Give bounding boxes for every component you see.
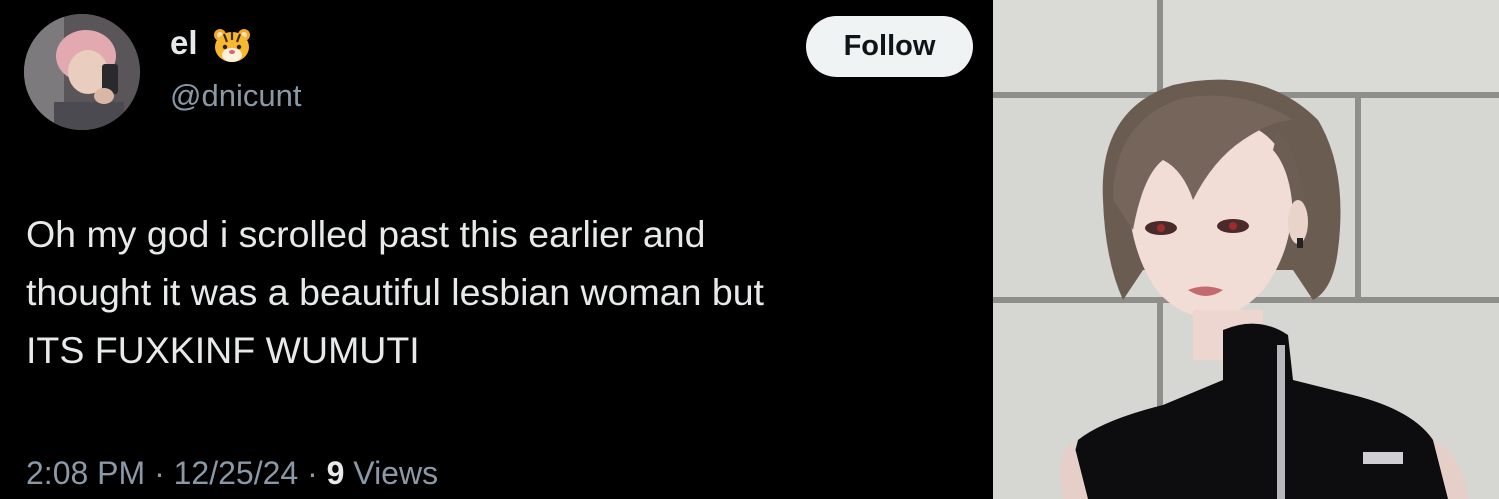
tweet-meta: 2:08 PM · 12/25/24 · 9 Views bbox=[26, 455, 438, 492]
display-name[interactable]: el bbox=[170, 24, 198, 62]
meta-separator: · bbox=[154, 455, 165, 491]
tweet-text-line: thought it was a beautiful lesbian woman… bbox=[26, 271, 764, 313]
tiger-face-emoji-icon bbox=[214, 29, 250, 62]
views-label: Views bbox=[353, 455, 439, 491]
tweet-text: Oh my god i scrolled past this earlier a… bbox=[26, 205, 986, 379]
user-handle[interactable]: @dnicunt bbox=[170, 78, 301, 114]
tweet-date[interactable]: 12/25/24 bbox=[174, 455, 299, 491]
person-photo bbox=[993, 0, 1499, 499]
avatar-photo bbox=[24, 14, 140, 130]
follow-button[interactable]: Follow bbox=[806, 16, 973, 77]
attached-photo[interactable] bbox=[993, 0, 1499, 499]
tweet-card: el @dnicunt Follow Oh my god i scrolled … bbox=[0, 0, 993, 499]
tweet-time[interactable]: 2:08 PM bbox=[26, 455, 145, 491]
avatar[interactable] bbox=[24, 14, 140, 130]
tweet-text-line: Oh my god i scrolled past this earlier a… bbox=[26, 213, 706, 255]
meta-separator: · bbox=[307, 455, 318, 491]
views-count: 9 bbox=[326, 455, 345, 491]
tweet-text-line: ITS FUXKINF WUMUTI bbox=[26, 329, 420, 371]
